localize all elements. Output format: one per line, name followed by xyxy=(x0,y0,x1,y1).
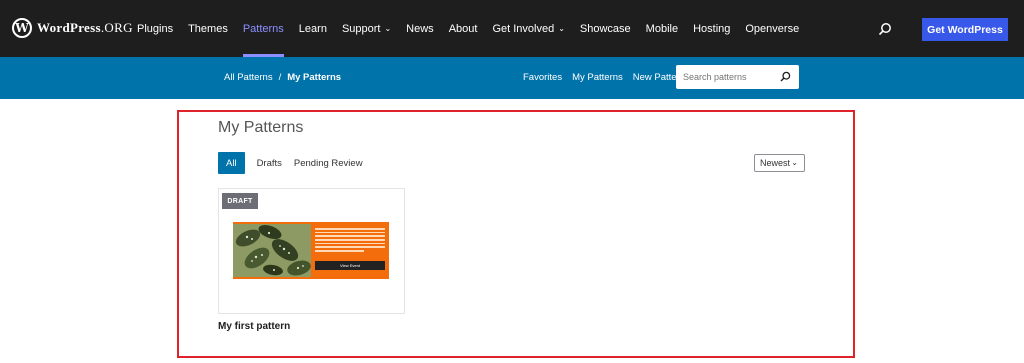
pattern-search-box xyxy=(676,65,799,89)
nav-item-showcase[interactable]: Showcase xyxy=(580,0,631,57)
preview-image xyxy=(233,224,311,277)
status-tabs: All Drafts Pending Review xyxy=(218,152,375,174)
get-wordpress-button[interactable]: Get WordPress xyxy=(922,18,1008,41)
main-nav: Plugins Themes Patterns Learn Support ⌄ N… xyxy=(137,0,814,57)
nav-item-get-involved[interactable]: Get Involved ⌄ xyxy=(492,0,564,57)
global-header: W WordPress.ORG Plugins Themes Patterns … xyxy=(0,0,1024,57)
chevron-down-icon: ⌄ xyxy=(384,24,392,33)
tab-drafts[interactable]: Drafts xyxy=(257,152,282,174)
sort-select[interactable]: Newest ⌄ xyxy=(754,154,805,172)
chevron-down-icon: ⌄ xyxy=(558,24,565,33)
page-title: My Patterns xyxy=(218,119,304,136)
nav-item-about[interactable]: About xyxy=(449,0,478,57)
pattern-search-input[interactable] xyxy=(676,72,776,82)
breadcrumb: All Patterns / My Patterns xyxy=(224,72,341,83)
preview-button: View Event xyxy=(315,261,385,270)
nav-item-hosting[interactable]: Hosting xyxy=(693,0,730,57)
breadcrumb-all-patterns[interactable]: All Patterns xyxy=(224,72,273,83)
tab-pending-review[interactable]: Pending Review xyxy=(294,152,363,174)
patterns-subnav: All Patterns / My Patterns Favorites My … xyxy=(0,57,1024,99)
search-icon[interactable] xyxy=(780,71,791,82)
pattern-preview[interactable]: View Event xyxy=(233,222,389,279)
chevron-down-icon: ⌄ xyxy=(791,158,798,167)
status-badge: DRAFT xyxy=(222,193,258,209)
pattern-title[interactable]: My first pattern xyxy=(218,321,290,332)
nav-item-plugins[interactable]: Plugins xyxy=(137,0,173,57)
nav-item-themes[interactable]: Themes xyxy=(188,0,228,57)
wordpress-w-icon: W xyxy=(12,18,32,38)
link-my-patterns[interactable]: My Patterns xyxy=(572,72,623,83)
subnav-links: Favorites My Patterns New Pattern xyxy=(523,72,695,83)
nav-item-support[interactable]: Support ⌄ xyxy=(342,0,391,57)
wordpress-logo[interactable]: W WordPress.ORG xyxy=(12,18,133,38)
nav-item-patterns[interactable]: Patterns xyxy=(242,0,284,57)
logo-text: WordPress xyxy=(37,20,101,35)
nav-item-openverse[interactable]: Openverse xyxy=(745,0,799,57)
search-icon[interactable] xyxy=(878,22,892,36)
breadcrumb-separator: / xyxy=(278,72,282,83)
logo-suffix: .ORG xyxy=(100,20,133,35)
nav-item-mobile[interactable]: Mobile xyxy=(646,0,678,57)
link-favorites[interactable]: Favorites xyxy=(523,72,562,83)
nav-item-news[interactable]: News xyxy=(406,0,434,57)
sort-selected-value: Newest xyxy=(760,158,791,168)
tab-all[interactable]: All xyxy=(218,152,245,174)
nav-item-learn[interactable]: Learn xyxy=(299,0,327,57)
preview-text xyxy=(315,228,385,254)
breadcrumb-current: My Patterns xyxy=(287,72,342,83)
